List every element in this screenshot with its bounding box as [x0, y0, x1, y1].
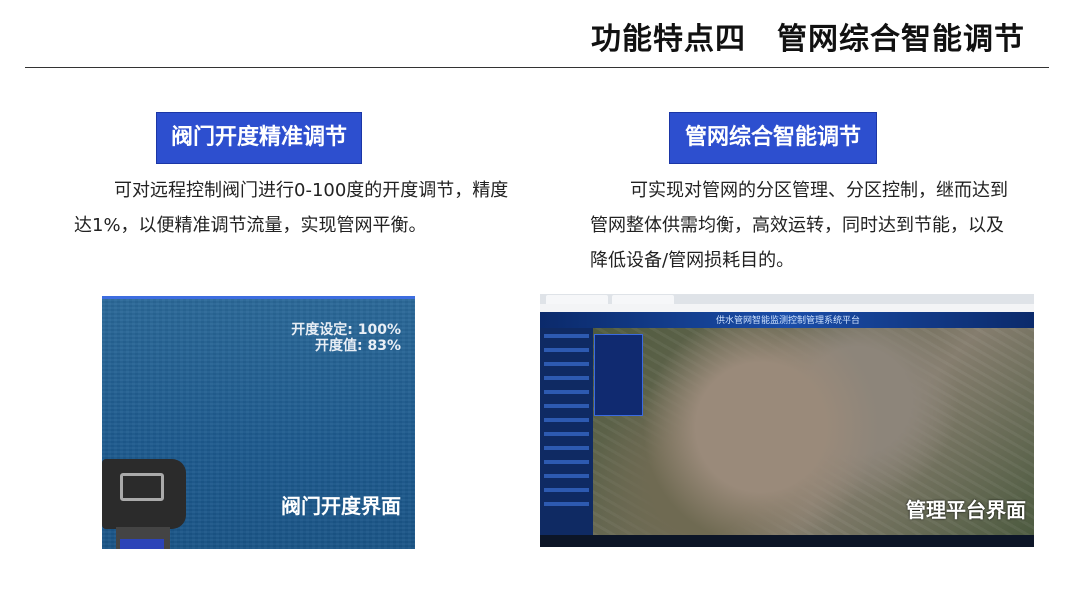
right-paragraph: 可实现对管网的分区管理、分区控制，继而达到管网整体供需均衡，高效运转，同时达到节…	[590, 173, 1010, 278]
sidebar-item	[544, 390, 589, 394]
valve-body	[120, 539, 164, 549]
sidebar-item	[544, 334, 589, 338]
right-paragraph-text: 可实现对管网的分区管理、分区控制，继而达到管网整体供需均衡，高效运转，同时达到节…	[590, 180, 1008, 271]
management-platform-image: 供水管网智能监测控制管理系统平台 管理平台界面	[540, 294, 1034, 547]
slide-title: 功能特点四 管网综合智能调节	[591, 22, 1025, 57]
os-taskbar	[540, 535, 1034, 547]
platform-sidebar	[540, 328, 593, 535]
left-paragraph-text: 可对远程控制阀门进行0-100度的开度调节，精度达1%，以便精准调节流量，实现管…	[74, 180, 509, 236]
browser-tab	[546, 295, 608, 304]
browser-tab-bar	[540, 294, 1034, 304]
valve-opening-image: 开度设定: 100% 开度值: 83% 阀门开度界面	[102, 296, 415, 549]
platform-header-title: 供水管网智能监测控制管理系统平台	[716, 316, 861, 326]
sidebar-item	[544, 488, 589, 492]
sidebar-item	[544, 432, 589, 436]
opening-value-readout: 开度值: 83%	[315, 338, 401, 354]
sidebar-item	[544, 376, 589, 380]
sidebar-item	[544, 502, 589, 506]
left-paragraph: 可对远程控制阀门进行0-100度的开度调节，精度达1%，以便精准调节流量，实现管…	[74, 173, 524, 243]
title-divider	[25, 67, 1049, 68]
actuator-handle	[120, 473, 164, 501]
zone-dropdown-panel	[594, 334, 643, 416]
left-heading-badge: 阀门开度精准调节	[156, 112, 362, 164]
sidebar-item	[544, 418, 589, 422]
right-heading-badge: 管网综合智能调节	[669, 112, 877, 164]
sidebar-item	[544, 460, 589, 464]
sidebar-item	[544, 362, 589, 366]
sidebar-item	[544, 446, 589, 450]
platform-header: 供水管网智能监测控制管理系统平台	[540, 312, 1034, 328]
sidebar-item	[544, 348, 589, 352]
valve-actuator-graphic	[102, 459, 186, 549]
sidebar-item	[544, 404, 589, 408]
sidebar-item	[544, 474, 589, 478]
valve-image-caption: 阀门开度界面	[281, 494, 401, 518]
browser-tab	[612, 295, 674, 304]
platform-image-caption: 管理平台界面	[906, 498, 1026, 522]
